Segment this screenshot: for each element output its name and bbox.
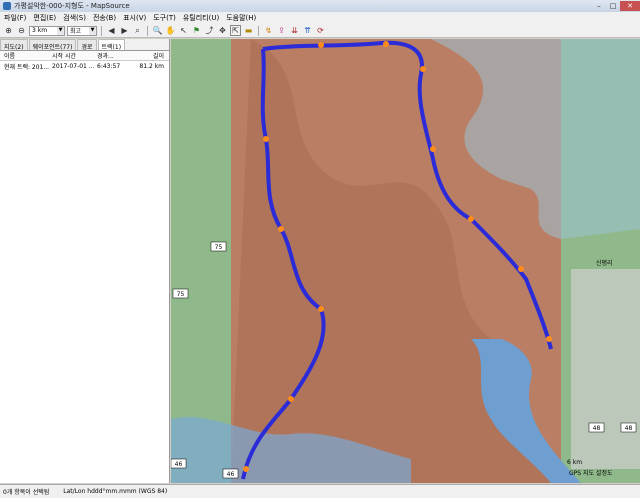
waypoint-marker[interactable] (468, 216, 474, 222)
app-icon (3, 2, 11, 10)
find-icon[interactable]: ⌕ (132, 25, 143, 36)
menu-file[interactable]: 파일(F) (4, 13, 26, 23)
road-number-75: 75 (177, 291, 185, 298)
waypoint-tool-icon[interactable]: ⚑ (191, 25, 202, 36)
waypoint-marker[interactable] (420, 66, 426, 72)
menu-bar: 파일(F) 편집(E) 검색(S) 전송(B) 표시(V) 도구(T) 유틸리티… (0, 12, 640, 24)
town-area (571, 269, 640, 469)
table-row[interactable]: 현재 트랙: 201... 2017-07-01 ... 6:43:57 81.… (0, 61, 169, 71)
close-button[interactable]: ✕ (620, 1, 640, 11)
toolbar-divider (258, 25, 259, 36)
forward-icon[interactable]: ▶ (119, 25, 130, 36)
column-name[interactable]: 이름 (0, 51, 52, 60)
receive-icon[interactable]: ↯ (263, 25, 274, 36)
minimize-button[interactable]: – (592, 1, 606, 11)
detail-select[interactable]: 최고 ▼ (67, 25, 97, 36)
selection-tool-icon[interactable]: ↖ (178, 25, 189, 36)
tab-routes[interactable]: 경로 (77, 39, 97, 51)
toolbar-divider (101, 25, 102, 36)
road-number-46: 46 (175, 461, 183, 468)
waypoint-marker[interactable] (263, 136, 269, 142)
column-length[interactable]: 길이 (132, 51, 166, 60)
tab-waypoints[interactable]: 웨이포인트(77) (28, 39, 77, 51)
track-elapsed: 6:43:57 (97, 62, 121, 70)
topographic-map[interactable]: 75 75 46 46 48 48 6 km GPS 지도 설정도 신평리 (171, 39, 640, 483)
realtime-icon[interactable]: ⟳ (315, 25, 326, 36)
waypoint-marker[interactable] (278, 226, 284, 232)
menu-help[interactable]: 도움말(H) (226, 13, 256, 23)
toolbar-divider (147, 25, 148, 36)
title-bar: 가평설악한-000-지형도 - MapSource – □ ✕ (0, 0, 640, 12)
zoom-tool-icon[interactable]: 🔍 (152, 25, 163, 36)
waypoint-marker[interactable] (243, 466, 249, 472)
menu-view[interactable]: 표시(V) (123, 13, 146, 23)
waypoint-marker[interactable] (288, 396, 294, 402)
window-title: 가평설악한-000-지형도 - MapSource (14, 2, 130, 10)
hand-tool-icon[interactable]: ✋ (165, 25, 176, 36)
column-start-time[interactable]: 시작 시간 (52, 51, 97, 60)
waypoint-marker[interactable] (518, 266, 524, 272)
menu-edit[interactable]: 편집(E) (33, 13, 56, 23)
track-table-header: 이름 시작 시간 경과... 길이 (0, 51, 169, 61)
place-label: 신평리 (596, 259, 613, 267)
zoom-in-icon[interactable]: ⊕ (3, 25, 14, 36)
road-number-48: 48 (625, 425, 633, 432)
waypoint-marker[interactable] (318, 42, 324, 48)
send-icon[interactable]: ⇪ (276, 25, 287, 36)
map-credit: GPS 지도 설정도 (569, 469, 613, 477)
road-number-48: 48 (593, 425, 601, 432)
zoom-out-icon[interactable]: ⊖ (16, 25, 27, 36)
selection-status: 0개 항목이 선택됨 (3, 489, 50, 496)
back-icon[interactable]: ◀ (106, 25, 117, 36)
coordinate-format: Lat/Lon hddd°mm.mmm (WGS 84) (63, 488, 168, 495)
route-tool-icon[interactable]: ⤴ (204, 25, 215, 36)
map-view[interactable]: 75 75 46 46 48 48 6 km GPS 지도 설정도 신평리 (171, 39, 640, 483)
move-tool-icon[interactable]: ✥ (217, 25, 228, 36)
ruler-tool-icon[interactable]: ▬ (243, 25, 254, 36)
menu-find[interactable]: 검색(S) (63, 13, 86, 23)
column-elapsed[interactable]: 경과... (97, 51, 132, 60)
pointer-tool-icon[interactable]: ⇱ (230, 25, 241, 36)
scale-label: 6 km (567, 459, 582, 466)
menu-transfer[interactable]: 전송(B) (93, 13, 116, 23)
waypoint-marker[interactable] (430, 146, 436, 152)
tab-tracks[interactable]: 트랙(1) (97, 39, 126, 51)
menu-tools[interactable]: 도구(T) (153, 13, 176, 23)
waypoint-marker[interactable] (383, 41, 389, 47)
track-length: 81.2 km (139, 62, 164, 70)
panel-tabs: 지도(2) 웨이포인트(77) 경로 트랙(1) (0, 39, 169, 51)
maximize-button[interactable]: □ (606, 1, 620, 11)
send-gps-icon[interactable]: ⇈ (302, 25, 313, 36)
waypoint-marker[interactable] (318, 306, 324, 312)
toolbar: ⊕ ⊖ 3 km ▼ 최고 ▼ ◀ ▶ ⌕ 🔍 ✋ ↖ ⚑ ⤴ ✥ ⇱ ▬ ↯ ⇪ … (0, 24, 640, 38)
menu-utilities[interactable]: 유틸리티(U) (183, 13, 219, 23)
track-start: 2017-07-01 ... (52, 62, 95, 70)
status-bar: 0개 항목이 선택됨 Lat/Lon hddd°mm.mmm (WGS 84) (0, 484, 640, 498)
tab-maps[interactable]: 지도(2) (0, 39, 28, 51)
data-panel: 지도(2) 웨이포인트(77) 경로 트랙(1) 이름 시작 시간 경과... … (0, 39, 170, 483)
road-number-75: 75 (215, 244, 223, 251)
road-number-46: 46 (227, 471, 235, 478)
waypoint-marker[interactable] (546, 336, 552, 342)
scale-select[interactable]: 3 km ▼ (29, 25, 65, 36)
receive-gps-icon[interactable]: ⇊ (289, 25, 300, 36)
track-name: 현재 트랙: 201... (4, 63, 50, 71)
